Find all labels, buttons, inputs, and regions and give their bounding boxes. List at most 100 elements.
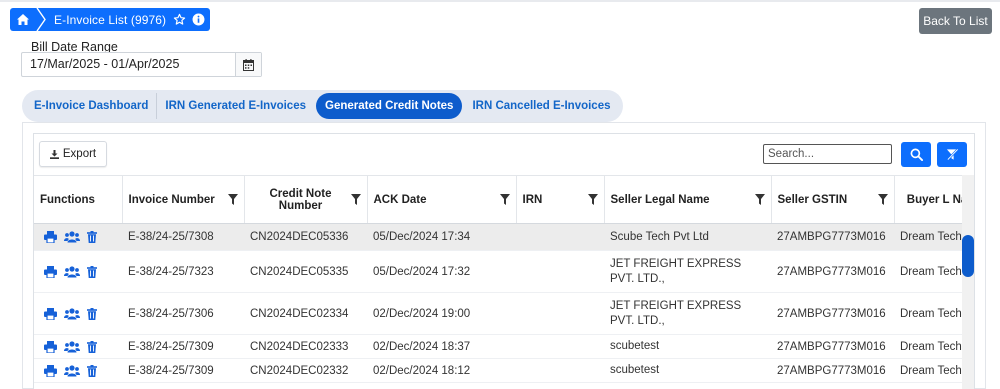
delete-icon[interactable]: [87, 265, 97, 278]
search-button[interactable]: [901, 142, 931, 167]
functions-cell: [34, 358, 122, 383]
table-body: E-38/24-25/7308 CN2024DEC05336 05/Dec/20…: [34, 223, 962, 383]
seller-gstin-cell: 27AMBPG7773M016: [771, 223, 894, 251]
table-viewport: Functions Invoice Number Credit Note Num…: [34, 175, 962, 389]
star-icon[interactable]: [172, 12, 187, 27]
credit-note-number-cell: CN2024DEC02333: [244, 334, 367, 359]
credit-notes-table: Functions Invoice Number Credit Note Num…: [34, 175, 962, 383]
seller-gstin-cell: 27AMBPG7773M016: [771, 250, 894, 293]
table-header-row: Functions Invoice Number Credit Note Num…: [34, 175, 962, 224]
col-credit-note-number-label: Credit Note Number: [269, 187, 332, 212]
scrollbar-thumb[interactable]: [962, 235, 974, 277]
col-functions: Functions: [34, 175, 123, 224]
table-row[interactable]: E-38/24-25/7308 CN2024DEC05336 05/Dec/20…: [34, 223, 962, 251]
users-icon[interactable]: [64, 231, 80, 243]
top-border: [0, 0, 1000, 2]
home-icon[interactable]: [10, 8, 36, 31]
irn-cell: [516, 292, 604, 335]
ack-date-cell: 05/Dec/2024 17:32: [367, 250, 516, 293]
breadcrumb-separator-icon: [36, 8, 46, 31]
col-ack-date[interactable]: ACK Date: [367, 175, 517, 224]
print-icon[interactable]: [44, 340, 57, 353]
search-icon: [910, 148, 923, 161]
seller-gstin-cell: 27AMBPG7773M016: [771, 358, 894, 383]
delete-icon[interactable]: [87, 364, 97, 377]
seller-legal-name-cell: JET FREIGHT EXPRESS PVT. LTD.,: [604, 250, 771, 293]
info-icon[interactable]: [191, 12, 206, 27]
seller-legal-name-cell: scubetest: [604, 334, 771, 359]
table-row[interactable]: E-38/24-25/7309 CN2024DEC02332 02/Dec/20…: [34, 358, 962, 383]
filter-icon[interactable]: [499, 194, 510, 205]
col-seller-legal-name-label: Seller Legal Name: [610, 193, 710, 206]
users-icon[interactable]: [64, 364, 80, 377]
functions-cell: [34, 292, 122, 335]
credit-note-number-cell: CN2024DEC02332: [244, 358, 367, 383]
vertical-scrollbar[interactable]: [962, 175, 974, 389]
delete-icon[interactable]: [87, 231, 97, 243]
col-buyer-legal-name-label: Buyer L Nam: [906, 193, 962, 206]
einvoice-tabs: E-Invoice Dashboard IRN Generated E-Invo…: [22, 90, 623, 122]
back-to-list-button[interactable]: Back To List: [919, 8, 992, 34]
filter-icon[interactable]: [877, 194, 888, 205]
table-row[interactable]: E-38/24-25/7309 CN2024DEC02333 02/Dec/20…: [34, 334, 962, 359]
credit-note-number-cell: CN2024DEC05336: [244, 223, 367, 251]
buyer-legal-name-cell: Dream Tech: [894, 358, 962, 383]
tab-generated-credit-notes[interactable]: Generated Credit Notes: [316, 93, 463, 119]
functions-cell: [34, 223, 122, 251]
col-buyer-legal-name[interactable]: Buyer L Nam: [894, 175, 962, 224]
filter-icon[interactable]: [350, 194, 361, 205]
filter-icon[interactable]: [754, 194, 765, 205]
ack-date-cell: 02/Dec/2024 18:37: [367, 334, 516, 359]
table-card: Export Functions Invo: [33, 133, 975, 389]
bill-date-range-value[interactable]: 17/Mar/2025 - 01/Apr/2025: [22, 53, 235, 76]
col-ack-date-label: ACK Date: [373, 193, 427, 206]
invoice-number-cell: E-38/24-25/7308: [122, 223, 244, 251]
tab-irn-generated[interactable]: IRN Generated E-Invoices: [156, 93, 314, 119]
users-icon[interactable]: [64, 265, 80, 278]
export-button[interactable]: Export: [39, 141, 107, 167]
seller-gstin-cell: 27AMBPG7773M016: [771, 334, 894, 359]
table-row[interactable]: E-38/24-25/7323 CN2024DEC05335 05/Dec/20…: [34, 250, 962, 293]
ack-date-cell: 02/Dec/2024 19:00: [367, 292, 516, 335]
filter-icon[interactable]: [227, 194, 238, 205]
filter-icon[interactable]: [587, 194, 598, 205]
irn-cell: [516, 250, 604, 293]
buyer-legal-name-cell: Dream Tech: [894, 292, 962, 335]
col-seller-gstin[interactable]: Seller GSTIN: [771, 175, 895, 224]
col-irn-label: IRN: [522, 193, 543, 206]
tab-einvoice-dashboard[interactable]: E-Invoice Dashboard: [26, 93, 156, 119]
invoice-number-cell: E-38/24-25/7323: [122, 250, 244, 293]
search-input[interactable]: [763, 144, 892, 164]
print-icon[interactable]: [44, 364, 57, 377]
table-row[interactable]: E-38/24-25/7306 CN2024DEC02334 02/Dec/20…: [34, 292, 962, 335]
delete-icon[interactable]: [87, 340, 97, 353]
delete-icon[interactable]: [87, 307, 97, 320]
clear-filter-button[interactable]: [937, 142, 967, 167]
calendar-icon[interactable]: [235, 53, 261, 76]
bill-date-range-field[interactable]: 17/Mar/2025 - 01/Apr/2025: [21, 52, 262, 77]
col-functions-label: Functions: [40, 193, 95, 206]
credit-note-number-cell: CN2024DEC02334: [244, 292, 367, 335]
col-credit-note-number[interactable]: Credit Note Number: [244, 175, 368, 224]
download-icon: [49, 149, 59, 159]
filter-clear-icon: [946, 148, 958, 161]
tab-irn-cancelled[interactable]: IRN Cancelled E-Invoices: [464, 93, 618, 119]
users-icon[interactable]: [64, 307, 80, 320]
breadcrumb-title[interactable]: E-Invoice List (9976): [46, 13, 172, 27]
print-icon[interactable]: [44, 265, 57, 278]
seller-legal-name-cell: scubetest: [604, 358, 771, 383]
users-icon[interactable]: [64, 340, 80, 353]
seller-legal-name-cell: JET FREIGHT EXPRESS PVT. LTD.,: [604, 292, 771, 335]
ack-date-cell: 05/Dec/2024 17:34: [367, 223, 516, 251]
print-icon[interactable]: [44, 307, 57, 320]
col-seller-legal-name[interactable]: Seller Legal Name: [604, 175, 772, 224]
col-seller-gstin-label: Seller GSTIN: [777, 193, 848, 206]
col-irn[interactable]: IRN: [516, 175, 605, 224]
col-invoice-number[interactable]: Invoice Number: [122, 175, 245, 224]
buyer-legal-name-cell: Dream Tech: [894, 223, 962, 251]
invoice-number-cell: E-38/24-25/7309: [122, 358, 244, 383]
irn-cell: [516, 223, 604, 251]
seller-gstin-cell: 27AMBPG7773M016: [771, 292, 894, 335]
invoice-number-cell: E-38/24-25/7309: [122, 334, 244, 359]
print-icon[interactable]: [44, 231, 57, 243]
